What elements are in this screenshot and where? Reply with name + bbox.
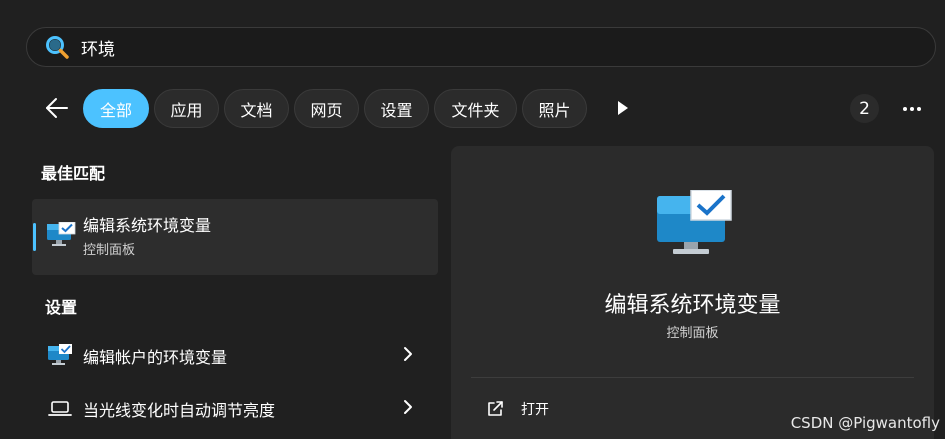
settings-item-account-env-vars[interactable]: 编辑帐户的环境变量 bbox=[32, 331, 438, 379]
search-window: 全部 应用 文档 网页 设置 文件夹 照片 2 最佳匹配 编辑系统环境变量 控制… bbox=[0, 0, 945, 439]
settings-item-auto-brightness[interactable]: 当光线变化时自动调节亮度 bbox=[32, 384, 438, 432]
settings-item-label: 编辑帐户的环境变量 bbox=[83, 348, 228, 367]
watermark: CSDN @Pigwantofly bbox=[790, 414, 940, 432]
monitor-check-icon bbox=[47, 222, 76, 246]
chevron-right-icon bbox=[404, 347, 412, 361]
settings-heading: 设置 bbox=[45, 298, 78, 317]
back-arrow-icon[interactable] bbox=[44, 95, 70, 121]
chevron-right-icon bbox=[404, 400, 412, 414]
search-input[interactable] bbox=[81, 37, 901, 57]
laptop-icon bbox=[48, 401, 72, 416]
rewards-count-badge[interactable]: 2 bbox=[850, 94, 879, 123]
monitor-check-icon bbox=[48, 344, 72, 365]
selection-indicator bbox=[33, 223, 36, 251]
best-match-result[interactable]: 编辑系统环境变量 控制面板 bbox=[32, 199, 438, 275]
best-match-subtitle: 控制面板 bbox=[83, 243, 136, 258]
filter-chip-documents[interactable]: 文档 bbox=[224, 89, 289, 128]
search-icon bbox=[46, 36, 69, 59]
filter-chip-web[interactable]: 网页 bbox=[294, 89, 359, 128]
more-options-icon[interactable] bbox=[899, 96, 925, 122]
search-box[interactable] bbox=[26, 27, 936, 67]
filter-chip-settings[interactable]: 设置 bbox=[364, 89, 429, 128]
filter-chip-photos[interactable]: 照片 bbox=[522, 89, 587, 128]
detail-title: 编辑系统环境变量 bbox=[604, 293, 781, 318]
detail-subtitle: 控制面板 bbox=[666, 326, 719, 341]
best-match-title: 编辑系统环境变量 bbox=[83, 216, 212, 235]
filter-chip-all[interactable]: 全部 bbox=[83, 89, 149, 128]
filter-chip-folders[interactable]: 文件夹 bbox=[434, 89, 517, 128]
more-filters-play-icon[interactable] bbox=[612, 98, 632, 118]
detail-panel: 编辑系统环境变量 控制面板 打开 bbox=[451, 146, 934, 439]
open-action[interactable]: 打开 bbox=[471, 394, 549, 424]
settings-item-label: 当光线变化时自动调节亮度 bbox=[83, 401, 276, 420]
open-external-icon bbox=[488, 401, 503, 416]
open-action-label: 打开 bbox=[521, 402, 549, 418]
filter-chip-apps[interactable]: 应用 bbox=[154, 89, 219, 128]
divider bbox=[471, 377, 914, 378]
monitor-check-icon bbox=[657, 190, 732, 254]
best-match-heading: 最佳匹配 bbox=[41, 164, 106, 183]
